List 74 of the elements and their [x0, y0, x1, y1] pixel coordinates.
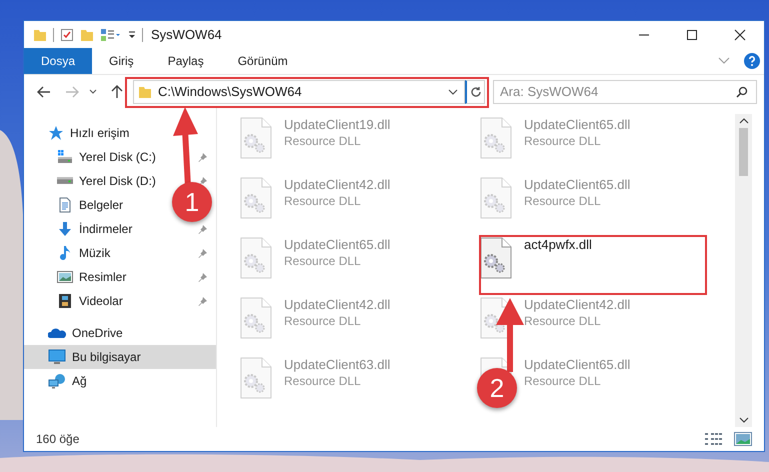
image-view-icon[interactable]	[734, 432, 752, 446]
pin-icon[interactable]	[198, 272, 208, 282]
file-type: Resource DLL	[284, 374, 362, 388]
nav-item[interactable]: Bu bilgisayar	[24, 345, 216, 369]
file-type: Resource DLL	[524, 134, 602, 148]
ribbon-tab[interactable]: Giriş	[92, 48, 151, 74]
network-icon	[48, 373, 66, 389]
address-field[interactable]: C:\Windows\SysWOW64	[133, 80, 465, 104]
nav-item[interactable]: Videolar	[57, 289, 123, 313]
pin-icon[interactable]	[198, 176, 208, 186]
scrollbar[interactable]	[735, 114, 752, 427]
nav-item[interactable]: OneDrive	[24, 321, 216, 345]
pin-icon[interactable]	[198, 152, 208, 162]
file-type: Resource DLL	[524, 314, 602, 328]
file-type: Resource DLL	[284, 314, 362, 328]
pin-icon[interactable]	[198, 248, 208, 258]
maximize-icon	[686, 28, 698, 40]
back-arrow-icon[interactable]	[37, 86, 51, 98]
refresh-icon	[470, 86, 482, 98]
drive-icon	[57, 149, 73, 165]
drive-icon	[57, 177, 73, 184]
scroll-thumb[interactable]	[739, 128, 748, 176]
scroll-down-icon[interactable]	[738, 417, 748, 423]
nav-item[interactable]: İndirmeler	[57, 217, 132, 241]
file-type: Resource DLL	[284, 194, 362, 208]
dll-file-icon	[240, 177, 272, 219]
dll-file-icon	[240, 117, 272, 159]
help-icon[interactable]	[744, 53, 760, 69]
file-type: Resource DLL	[284, 134, 362, 148]
details-view-icon[interactable]	[704, 432, 724, 446]
download-icon	[57, 221, 73, 237]
refresh-button[interactable]	[465, 80, 485, 104]
up-arrow-icon[interactable]	[111, 84, 123, 98]
nav-item[interactable]: Müzik	[57, 241, 110, 265]
search-icon	[736, 86, 748, 98]
chevron-down-icon[interactable]	[89, 88, 97, 94]
dll-file-icon	[480, 177, 512, 219]
scroll-up-icon[interactable]	[738, 118, 748, 124]
nav-item[interactable]: Resimler	[57, 265, 126, 289]
nav-item[interactable]: Yerel Disk (C:)	[57, 145, 156, 169]
pin-icon[interactable]	[198, 296, 208, 306]
file-type: Resource DLL	[524, 374, 602, 388]
dll-file-icon	[240, 297, 272, 339]
file-type: Resource DLL	[524, 194, 602, 208]
file-type: Resource DLL	[284, 254, 362, 268]
window-title: SysWOW64	[151, 27, 222, 42]
folder-icon	[138, 84, 152, 98]
item-count: 160 öğe	[36, 432, 80, 446]
search-field[interactable]: Ara: SysWOW64	[493, 80, 757, 104]
star-icon	[48, 125, 64, 141]
properties-icon[interactable]	[100, 28, 122, 42]
film-icon	[57, 293, 73, 309]
dll-file-icon	[240, 237, 272, 279]
nav-item[interactable]: Hızlı erişim	[48, 121, 130, 145]
customize-caret-icon[interactable]	[128, 30, 136, 40]
music-note-icon	[57, 245, 73, 261]
nav-item[interactable]: Yerel Disk (D:)	[57, 169, 156, 193]
close-icon	[734, 28, 746, 40]
dll-file-icon	[480, 117, 512, 159]
cloud-icon	[48, 326, 66, 340]
chevron-down-icon[interactable]	[448, 88, 458, 94]
ribbon-tab[interactable]: Paylaş	[150, 48, 221, 74]
dll-file-icon	[480, 237, 512, 279]
pin-icon[interactable]	[198, 224, 208, 234]
image-icon	[57, 269, 73, 285]
nav-item[interactable]: Ağ	[24, 369, 216, 393]
dll-file-icon	[240, 357, 272, 399]
document-icon	[57, 197, 73, 213]
ribbon-tab[interactable]: Dosya	[24, 48, 92, 74]
nav-item[interactable]: Belgeler	[57, 193, 124, 217]
checkmark-icon[interactable]	[60, 28, 74, 42]
file-name[interactable]: act4pwfx.dll	[524, 237, 592, 252]
monitor-icon	[48, 349, 66, 365]
ribbon-tab[interactable]: Görünüm	[220, 48, 305, 74]
